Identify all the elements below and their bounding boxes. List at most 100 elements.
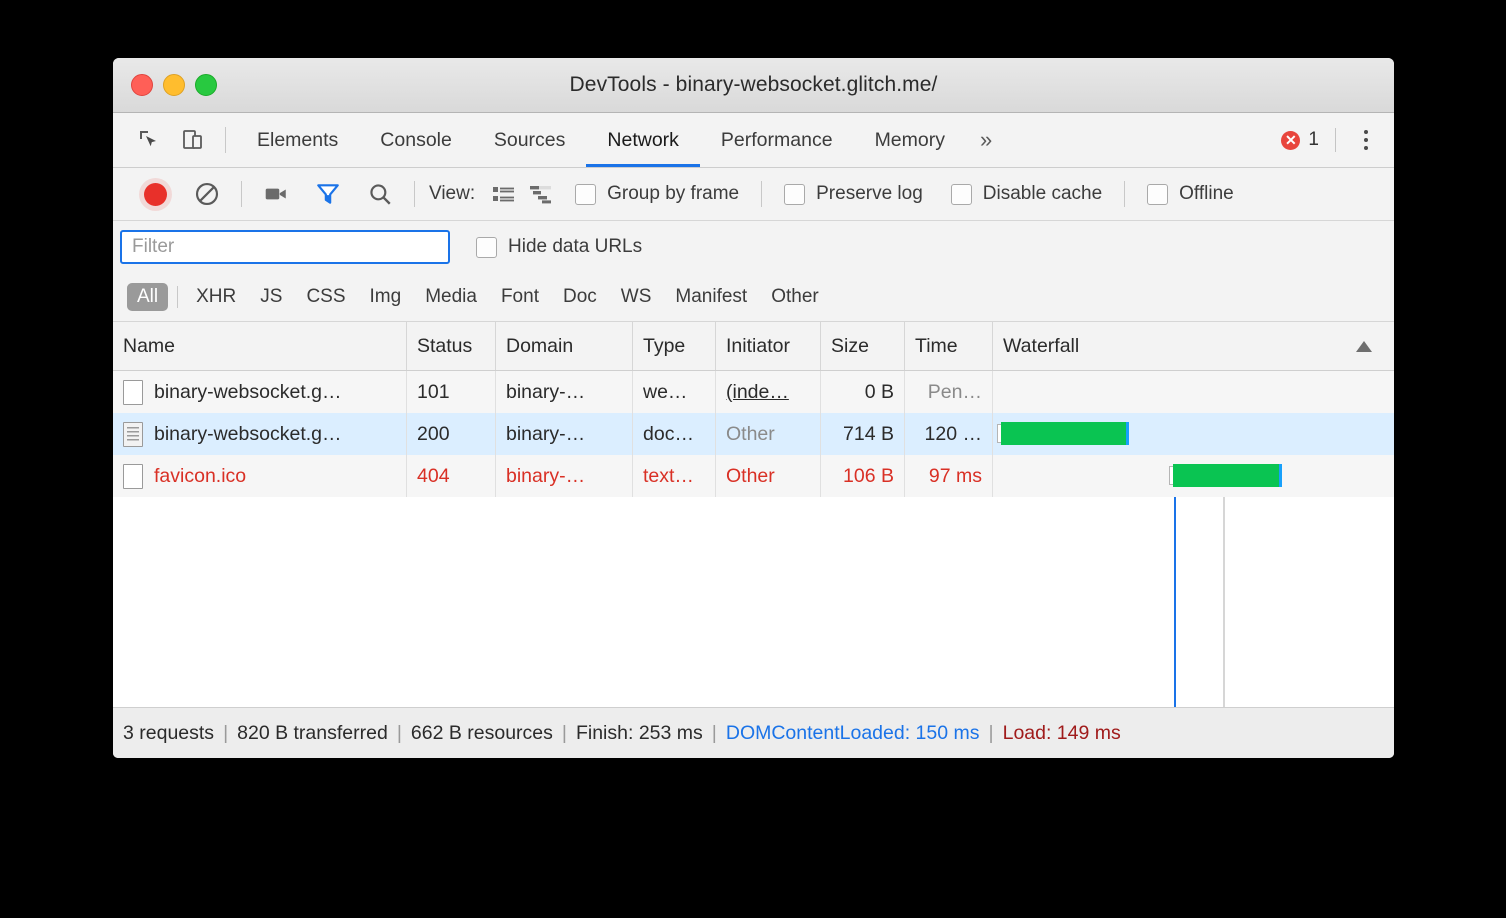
type-filter-manifest[interactable]: Manifest xyxy=(665,283,757,311)
cell-name-label: binary-websocket.g… xyxy=(154,381,342,404)
cell-type: we… xyxy=(633,371,716,413)
waterfall-bar[interactable] xyxy=(1173,464,1281,487)
tab-network[interactable]: Network xyxy=(586,113,700,167)
table-row[interactable]: favicon.ico 404 binary-… text… Other 106… xyxy=(113,455,1394,497)
cell-name-label: binary-websocket.g… xyxy=(154,423,342,446)
tab-elements-label: Elements xyxy=(257,129,338,152)
cell-name-label: favicon.ico xyxy=(154,465,246,488)
window-title: DevTools - binary-websocket.glitch.me/ xyxy=(113,73,1394,97)
tab-memory[interactable]: Memory xyxy=(854,113,966,167)
summary-finish: Finish: 253 ms xyxy=(576,722,703,745)
camera-icon xyxy=(263,181,289,207)
table-body: binary-websocket.g… 101 binary-… we… (in… xyxy=(113,371,1394,707)
summary-separator: | xyxy=(989,722,994,745)
cell-initiator: Other xyxy=(716,455,821,497)
preserve-log-label: Preserve log xyxy=(816,183,923,205)
tab-console[interactable]: Console xyxy=(359,113,473,167)
toolbar-divider-3 xyxy=(761,181,762,207)
tab-console-label: Console xyxy=(380,129,452,152)
type-filter-css[interactable]: CSS xyxy=(296,283,355,311)
cell-waterfall xyxy=(993,371,1394,413)
search-button[interactable] xyxy=(354,168,406,220)
tabbar-right-group: ✕ 1 xyxy=(1281,113,1394,167)
column-header-waterfall-label: Waterfall xyxy=(1003,335,1079,358)
type-filter-media[interactable]: Media xyxy=(415,283,487,311)
column-header-domain[interactable]: Domain xyxy=(496,322,633,370)
type-filter-ws[interactable]: WS xyxy=(611,283,662,311)
summary-resources: 662 B resources xyxy=(411,722,553,745)
disable-cache-box xyxy=(951,184,972,205)
filter-input[interactable] xyxy=(120,230,450,264)
error-count-label: 1 xyxy=(1308,129,1319,151)
preserve-log-box xyxy=(784,184,805,205)
tab-network-label: Network xyxy=(607,129,679,152)
cell-name[interactable]: favicon.ico xyxy=(113,455,407,497)
waterfall-bar[interactable] xyxy=(1001,422,1129,445)
record-icon xyxy=(144,183,167,206)
toolbar-divider-2 xyxy=(414,181,415,207)
sort-ascending-icon xyxy=(1356,341,1372,352)
table-row[interactable]: binary-websocket.g… 200 binary-… doc… Ot… xyxy=(113,413,1394,455)
cell-type: doc… xyxy=(633,413,716,455)
clear-button[interactable] xyxy=(181,168,233,220)
type-filter-js[interactable]: JS xyxy=(250,283,292,311)
type-filter-img[interactable]: Img xyxy=(360,283,412,311)
device-toolbar-icon[interactable] xyxy=(171,113,215,167)
type-filter-xhr[interactable]: XHR xyxy=(186,283,246,311)
type-filter-doc[interactable]: Doc xyxy=(553,283,607,311)
cell-initiator: Other xyxy=(716,413,821,455)
blank-file-icon xyxy=(123,380,143,405)
column-header-time[interactable]: Time xyxy=(905,322,993,370)
summary-separator: | xyxy=(712,722,717,745)
cell-type: text… xyxy=(633,455,716,497)
filter-funnel-icon xyxy=(315,181,341,207)
error-count-badge[interactable]: ✕ 1 xyxy=(1281,129,1319,151)
offline-checkbox[interactable]: Offline xyxy=(1147,183,1234,205)
more-tabs-icon[interactable]: » xyxy=(966,113,1006,167)
table-row[interactable]: binary-websocket.g… 101 binary-… we… (in… xyxy=(113,371,1394,413)
cell-status: 101 xyxy=(407,371,496,413)
network-summary-bar: 3 requests | 820 B transferred | 662 B r… xyxy=(113,707,1394,758)
summary-separator: | xyxy=(397,722,402,745)
tab-sources[interactable]: Sources xyxy=(473,113,587,167)
column-header-type[interactable]: Type xyxy=(633,322,716,370)
tab-performance[interactable]: Performance xyxy=(700,113,854,167)
summary-separator: | xyxy=(223,722,228,745)
document-file-icon xyxy=(123,422,143,447)
type-filter-all[interactable]: All xyxy=(127,283,168,311)
error-icon: ✕ xyxy=(1281,131,1300,150)
record-button[interactable] xyxy=(129,168,181,220)
column-header-size[interactable]: Size xyxy=(821,322,905,370)
hide-data-urls-checkbox[interactable]: Hide data URLs xyxy=(476,236,642,258)
devtools-tab-bar: Elements Console Sources Network Perform… xyxy=(113,113,1394,168)
cell-name[interactable]: binary-websocket.g… xyxy=(113,413,407,455)
disable-cache-checkbox[interactable]: Disable cache xyxy=(951,183,1102,205)
inspect-element-icon[interactable] xyxy=(127,113,171,167)
search-icon xyxy=(367,181,393,207)
tab-elements[interactable]: Elements xyxy=(236,113,359,167)
cell-status: 200 xyxy=(407,413,496,455)
preserve-log-checkbox[interactable]: Preserve log xyxy=(784,183,923,205)
type-filter-other[interactable]: Other xyxy=(761,283,829,311)
list-view-button[interactable] xyxy=(487,168,521,220)
column-header-name[interactable]: Name xyxy=(113,322,407,370)
network-requests-table: Name Status Domain Type Initiator Size T… xyxy=(113,322,1394,707)
hide-data-urls-label: Hide data URLs xyxy=(508,236,642,258)
cell-time: 97 ms xyxy=(905,455,993,497)
hide-data-urls-box xyxy=(476,237,497,258)
more-tabs-label: » xyxy=(980,127,992,153)
main-menu-icon[interactable] xyxy=(1352,130,1380,150)
tab-sources-label: Sources xyxy=(494,129,566,152)
filter-funnel-button[interactable] xyxy=(302,168,354,220)
toolbar-divider-1 xyxy=(241,181,242,207)
column-header-status[interactable]: Status xyxy=(407,322,496,370)
waterfall-view-button[interactable] xyxy=(521,168,561,220)
type-filter-font[interactable]: Font xyxy=(491,283,549,311)
column-header-initiator[interactable]: Initiator xyxy=(716,322,821,370)
cell-initiator[interactable]: (inde… xyxy=(716,371,821,413)
camera-button[interactable] xyxy=(250,168,302,220)
resource-type-filters: All XHR JS CSS Img Media Font Doc WS Man… xyxy=(113,273,1394,322)
cell-name[interactable]: binary-websocket.g… xyxy=(113,371,407,413)
column-header-waterfall[interactable]: Waterfall xyxy=(993,322,1394,370)
group-by-frame-checkbox[interactable]: Group by frame xyxy=(575,183,739,205)
